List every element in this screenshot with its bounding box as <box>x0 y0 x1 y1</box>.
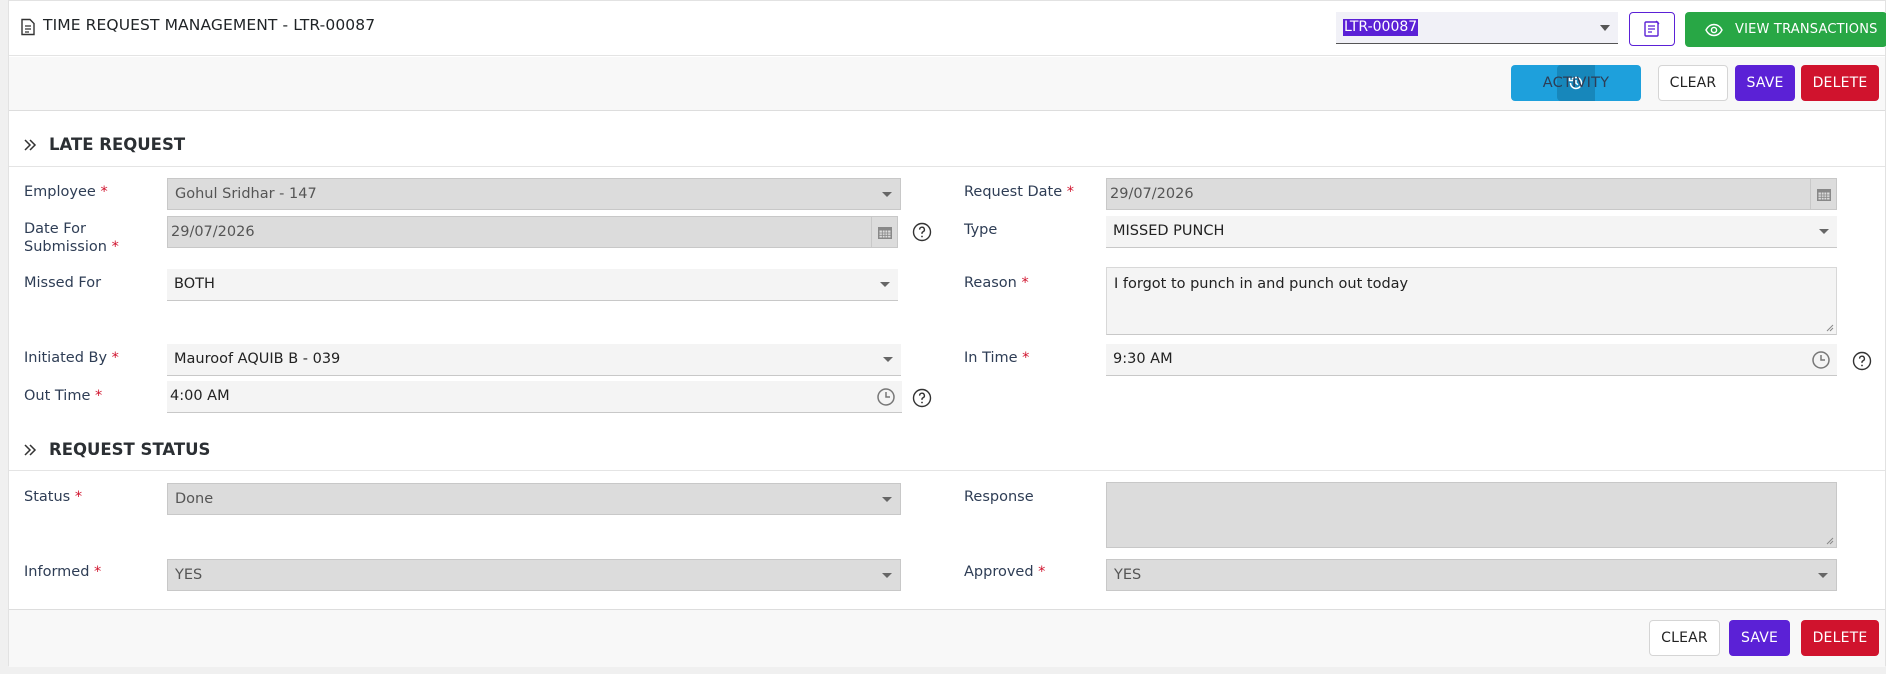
informed-label: Informed * <box>24 564 102 580</box>
document-icon <box>21 18 35 36</box>
date-for-submission-value: 29/07/2026 <box>171 224 255 240</box>
approved-value: YES <box>1114 567 1142 583</box>
initiated-by-value: Mauroof AQUIB B - 039 <box>174 351 341 367</box>
type-select[interactable]: MISSED PUNCH <box>1106 216 1837 248</box>
chevron-down-icon <box>882 192 892 197</box>
transaction-select[interactable]: LTR-00087 <box>1336 12 1618 44</box>
request-date-value: 29/07/2026 <box>1110 186 1194 202</box>
page: TIME REQUEST MANAGEMENT - LTR-00087 LTR-… <box>8 0 1886 667</box>
employee-label: Employee * <box>24 184 108 200</box>
initiated-by-label: Initiated By * <box>24 350 119 366</box>
eye-icon <box>1705 23 1723 36</box>
employee-select[interactable]: Gohul Sridhar - 147 <box>167 178 901 210</box>
help-icon[interactable] <box>912 388 932 408</box>
response-label: Response <box>964 489 1034 505</box>
approved-label: Approved * <box>964 564 1046 580</box>
transaction-select-value: LTR-00087 <box>1343 19 1419 36</box>
page-header: TIME REQUEST MANAGEMENT - LTR-00087 LTR-… <box>9 1 1886 56</box>
response-textarea[interactable] <box>1106 482 1837 548</box>
out-time-field[interactable]: 4:00 AM <box>167 381 902 413</box>
missed-for-label: Missed For <box>24 275 102 291</box>
calendar-icon[interactable] <box>1810 179 1836 209</box>
chevron-down-icon <box>1819 229 1829 234</box>
view-transactions-button[interactable]: VIEW TRANSACTIONS <box>1685 12 1886 47</box>
initiated-by-select[interactable]: Mauroof AQUIB B - 039 <box>167 344 901 376</box>
delete-button[interactable]: DELETE <box>1801 620 1879 656</box>
status-select[interactable]: Done <box>167 483 901 515</box>
out-time-value: 4:00 AM <box>170 388 230 404</box>
in-time-field[interactable]: 9:30 AM <box>1106 344 1837 376</box>
note-edit-icon <box>1644 20 1660 37</box>
chevron-down-icon <box>880 282 890 287</box>
chevron-down-icon <box>883 357 893 362</box>
help-icon[interactable] <box>912 222 932 242</box>
chevron-down-icon <box>1818 573 1828 578</box>
delete-button[interactable]: DELETE <box>1801 65 1879 101</box>
reason-value: I forgot to punch in and punch out today <box>1114 276 1409 292</box>
resize-handle-icon[interactable] <box>1826 537 1834 545</box>
employee-value: Gohul Sridhar - 147 <box>175 186 317 202</box>
notes-button[interactable] <box>1629 12 1675 46</box>
reason-label: Reason * <box>964 275 1029 291</box>
approved-select[interactable]: YES <box>1106 559 1837 591</box>
save-button[interactable]: SAVE <box>1729 620 1790 656</box>
reason-textarea[interactable]: I forgot to punch in and punch out today <box>1106 267 1837 335</box>
request-status-section-header[interactable]: REQUEST STATUS <box>23 440 210 459</box>
view-transactions-label: VIEW TRANSACTIONS <box>1735 22 1878 37</box>
page-title: TIME REQUEST MANAGEMENT - LTR-00087 <box>43 16 376 34</box>
missed-for-value: BOTH <box>174 276 215 292</box>
bottom-toolbar: CLEAR SAVE DELETE <box>9 609 1885 667</box>
double-chevron-right-icon <box>24 443 37 456</box>
request-date-label: Request Date * <box>964 184 1075 200</box>
chevron-down-icon <box>882 497 892 502</box>
missed-for-select[interactable]: BOTH <box>167 269 898 301</box>
activity-button[interactable]: ACTIVITY <box>1511 65 1641 101</box>
status-value: Done <box>175 491 214 507</box>
calendar-icon[interactable] <box>871 217 897 247</box>
clear-button[interactable]: CLEAR <box>1649 620 1720 656</box>
date-for-submission-field[interactable]: 29/07/2026 <box>167 216 898 248</box>
clock-icon[interactable] <box>876 387 896 407</box>
double-chevron-right-icon <box>24 138 37 151</box>
in-time-value: 9:30 AM <box>1113 351 1173 367</box>
clear-button[interactable]: CLEAR <box>1658 65 1728 101</box>
chevron-down-icon <box>882 573 892 578</box>
chevron-down-icon <box>1600 25 1610 31</box>
in-time-label: In Time * <box>964 350 1030 366</box>
type-label: Type <box>964 222 998 238</box>
late-request-title: LATE REQUEST <box>49 135 186 154</box>
status-label: Status * <box>24 489 83 505</box>
out-time-label: Out Time * <box>24 388 103 404</box>
late-request-section-header[interactable]: LATE REQUEST <box>23 135 185 154</box>
top-toolbar: ACTIVITY CLEAR SAVE DELETE <box>9 57 1885 111</box>
type-value: MISSED PUNCH <box>1113 223 1225 239</box>
date-for-submission-label: Date For Submission * <box>24 221 119 255</box>
activity-label: ACTIVITY <box>1542 75 1610 91</box>
help-icon[interactable] <box>1852 351 1872 371</box>
informed-value: YES <box>175 567 203 583</box>
request-date-field[interactable]: 29/07/2026 <box>1106 178 1837 210</box>
divider <box>9 166 1885 167</box>
resize-handle-icon[interactable] <box>1826 324 1834 332</box>
save-button[interactable]: SAVE <box>1735 65 1795 101</box>
clock-icon[interactable] <box>1811 350 1831 370</box>
informed-select[interactable]: YES <box>167 559 901 591</box>
request-status-title: REQUEST STATUS <box>49 440 211 459</box>
divider <box>9 470 1885 471</box>
